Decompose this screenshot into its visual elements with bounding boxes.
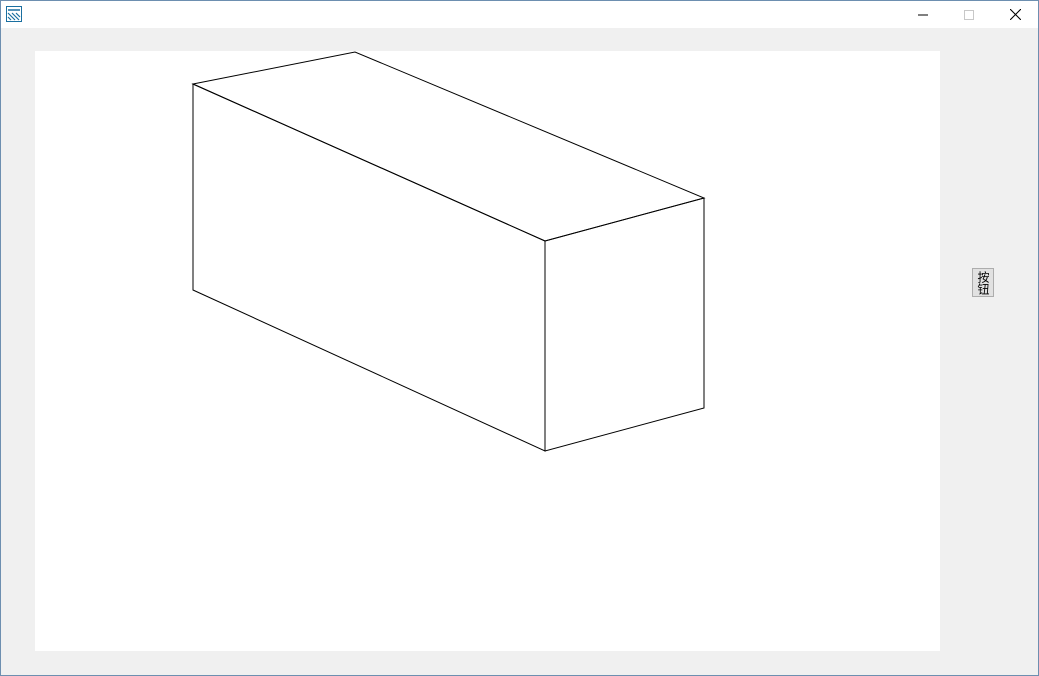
minimize-icon bbox=[918, 5, 928, 24]
maximize-button[interactable] bbox=[946, 1, 992, 28]
title-bar[interactable] bbox=[1, 1, 1038, 28]
close-button[interactable] bbox=[992, 1, 1038, 28]
box-wireframe bbox=[191, 51, 706, 452]
maximize-icon bbox=[964, 5, 974, 24]
close-icon bbox=[1009, 5, 1021, 24]
app-window: 按钮 bbox=[0, 0, 1039, 676]
drawing-canvas[interactable] bbox=[35, 51, 940, 651]
box-top-face bbox=[191, 51, 706, 242]
action-button[interactable]: 按钮 bbox=[972, 268, 994, 297]
box-front-face bbox=[192, 83, 546, 452]
box-right-face bbox=[544, 197, 705, 452]
app-window-icon[interactable] bbox=[6, 6, 22, 22]
minimize-button[interactable] bbox=[900, 1, 946, 28]
